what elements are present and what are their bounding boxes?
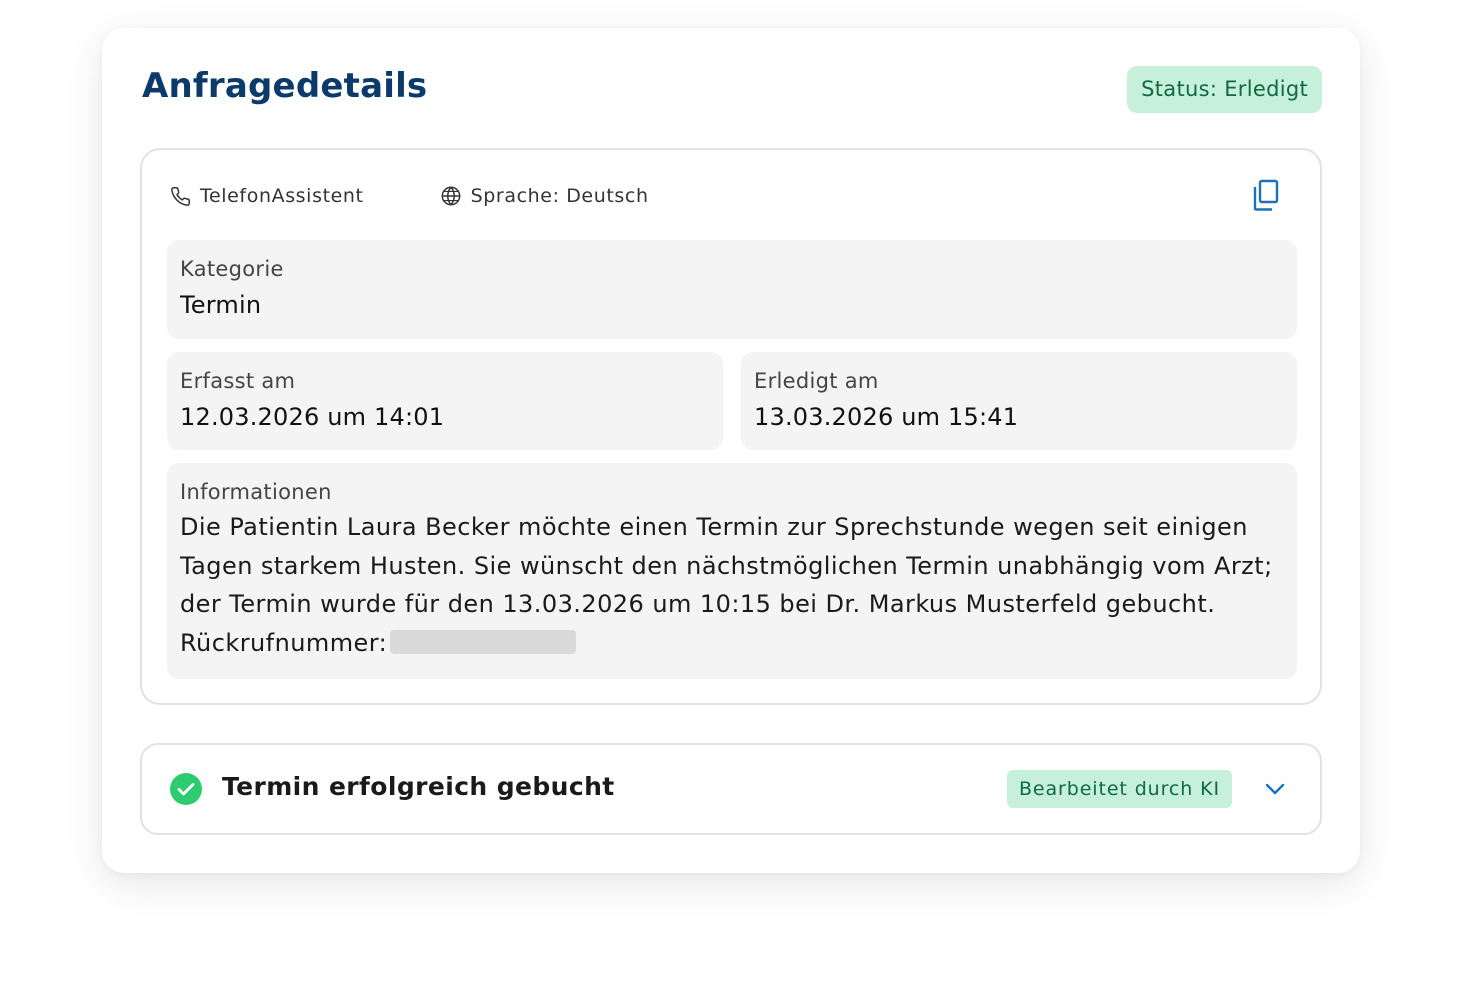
information-label: Informationen — [180, 480, 332, 504]
created-at-value: 12.03.2026 um 14:01 — [180, 403, 445, 431]
language-info: Sprache: Deutsch — [440, 185, 649, 207]
copy-button[interactable] — [1250, 178, 1282, 212]
completed-at-field: Erledigt am 13.03.2026 um 15:41 — [741, 352, 1297, 450]
result-title: Termin erfolgreich gebucht — [222, 772, 615, 801]
globe-icon — [441, 186, 461, 206]
created-at-label: Erfasst am — [180, 369, 296, 393]
chevron-down-icon — [1265, 783, 1285, 795]
callback-label: Rückrufnummer: — [180, 628, 388, 657]
details-panel: TelefonAssistent Sprache: Deutsch Katego… — [140, 148, 1322, 705]
callback-number-redacted — [390, 629, 577, 654]
category-value: Termin — [180, 291, 262, 319]
meta-row: TelefonAssistent Sprache: Deutsch — [170, 182, 649, 210]
copy-icon — [1253, 179, 1279, 211]
expand-button[interactable] — [1260, 775, 1290, 803]
category-label: Kategorie — [180, 257, 284, 281]
channel-label: TelefonAssistent — [200, 185, 364, 207]
completed-at-value: 13.03.2026 um 15:41 — [754, 403, 1019, 431]
check-circle-icon — [170, 773, 202, 805]
page-title: Anfragedetails — [142, 66, 428, 106]
request-details-card: Anfragedetails Status: Erledigt TelefonA… — [102, 28, 1360, 873]
information-field: Informationen Die Patientin Laura Becker… — [167, 463, 1297, 679]
result-row[interactable]: Termin erfolgreich gebucht Bearbeitet du… — [140, 743, 1322, 835]
created-at-field: Erfasst am 12.03.2026 um 14:01 — [167, 352, 723, 450]
phone-icon — [171, 186, 190, 206]
category-field: Kategorie Termin — [167, 240, 1297, 339]
ai-processed-badge: Bearbeitet durch KI — [1006, 770, 1232, 808]
language-label: Sprache: Deutsch — [470, 185, 649, 207]
completed-at-label: Erledigt am — [754, 369, 879, 393]
channel-info: TelefonAssistent — [170, 185, 364, 207]
status-badge: Status: Erledigt — [1127, 66, 1322, 113]
information-body: Die Patientin Laura Becker möchte einen … — [180, 513, 1273, 618]
information-text: Die Patientin Laura Becker möchte einen … — [180, 508, 1292, 662]
